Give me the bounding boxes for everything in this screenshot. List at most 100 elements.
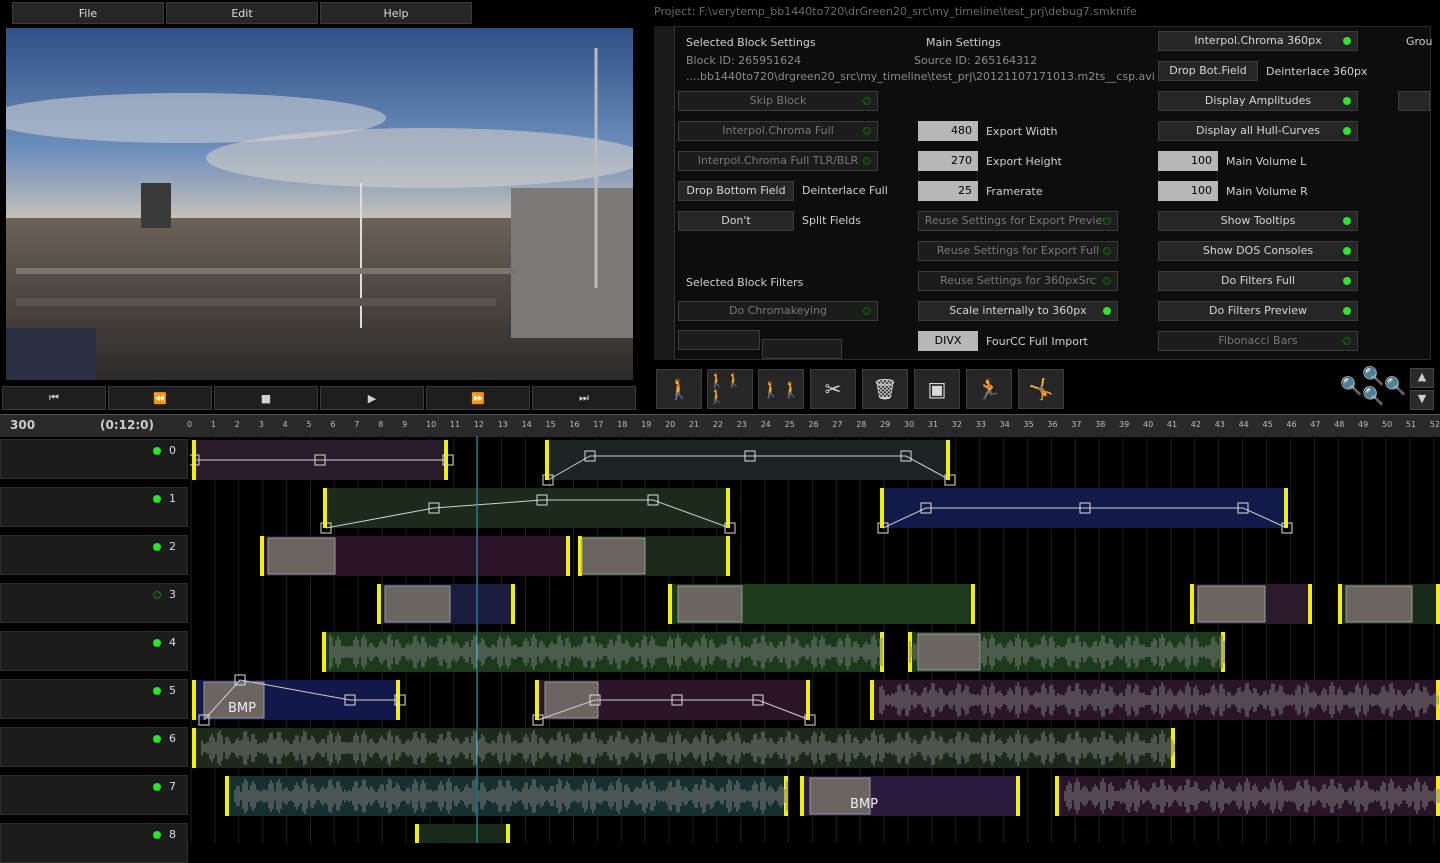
track-header[interactable]: 2 <box>0 535 188 575</box>
track-header[interactable]: 4 <box>0 631 188 671</box>
track-enable-icon[interactable] <box>153 447 161 455</box>
track-header[interactable]: 0 <box>0 439 188 479</box>
ruler-tick-label: 0 <box>187 420 193 429</box>
ruler-tick-label: 21 <box>688 420 700 429</box>
rewind-button[interactable]: ⏪ <box>108 386 212 410</box>
tool-single-person[interactable]: 🚶 <box>656 369 702 409</box>
clip-start-marker <box>225 776 229 816</box>
chromakeying-button[interactable]: Do Chromakeying <box>678 301 878 321</box>
filters-full-button[interactable]: Do Filters Full <box>1158 271 1358 291</box>
clip-start-marker <box>322 632 326 672</box>
show-tooltips-button[interactable]: Show Tooltips <box>1158 211 1358 231</box>
track-enable-icon[interactable] <box>153 495 161 503</box>
track-enable-icon[interactable] <box>153 591 161 599</box>
ruler-tick-label: 52 <box>1429 420 1440 429</box>
fibonacci-button[interactable]: Fibonacci Bars <box>1158 331 1358 351</box>
timeline-ruler[interactable]: 300 (0:12:0) 0 1 2 3 4 5 6 7 8 9 10 11 12 13 14 15 16 17 1… <box>0 414 1440 437</box>
clip-start-marker <box>377 584 381 624</box>
stop-button[interactable]: ■ <box>214 386 318 410</box>
fast-forward-button[interactable]: ⏩ <box>426 386 530 410</box>
ruler-tick-label: 16 <box>569 420 580 429</box>
drop-bottom-field-button[interactable]: Drop Bottom Field <box>678 181 794 201</box>
play-button[interactable]: ▶ <box>320 386 424 410</box>
lift-person-icon: 🤸 <box>1028 377 1054 401</box>
display-amplitudes-button[interactable]: Display Amplitudes <box>1158 91 1358 111</box>
reuse-preview-button[interactable]: Reuse Settings for Export Preview <box>918 211 1118 231</box>
scale-360-button[interactable]: Scale internally to 360px <box>918 301 1118 321</box>
menu-edit[interactable]: Edit <box>166 2 318 24</box>
go-end-button[interactable]: ⏭ <box>532 386 636 410</box>
tool-cut[interactable]: ✂ <box>810 369 856 409</box>
show-dos-button[interactable]: Show DOS Consoles <box>1158 241 1358 261</box>
filter-slot-2[interactable] <box>762 339 842 359</box>
zoom-out-icon[interactable]: 🔍 <box>1340 376 1362 397</box>
track-enable-icon[interactable] <box>153 735 161 743</box>
display-hull-button[interactable]: Display all Hull-Curves <box>1158 121 1358 141</box>
reuse-360-button[interactable]: Reuse Settings for 360pxSrc <box>918 271 1118 291</box>
filter-slot-1[interactable] <box>678 330 760 350</box>
export-width-label: Export Width <box>986 125 1058 138</box>
track-enable-icon[interactable] <box>153 543 161 551</box>
interpol-chroma-full-button[interactable]: Interpol.Chroma Full <box>678 121 878 141</box>
export-width-input[interactable]: 480 <box>918 121 978 141</box>
clip-end-marker <box>806 680 810 720</box>
zoom-fit-icon[interactable]: 🔍 <box>1362 386 1384 407</box>
zoom-reset-icon[interactable]: 🔍 <box>1384 376 1406 397</box>
ruler-tick-label: 29 <box>880 420 891 429</box>
tool-trash[interactable]: 🗑 <box>862 369 908 409</box>
skip-block-button[interactable]: Skip Block <box>678 91 878 111</box>
volume-l-input[interactable]: 100 <box>1158 151 1218 171</box>
preview-frame <box>6 28 633 380</box>
tool-lift[interactable]: 🤸 <box>1018 369 1064 409</box>
export-height-input[interactable]: 270 <box>918 151 978 171</box>
track-enable-icon[interactable] <box>153 639 161 647</box>
track-header[interactable]: 8 <box>0 823 188 863</box>
scroll-up-button[interactable]: ▲ <box>1410 368 1434 388</box>
fourcc-input[interactable]: DIVX <box>918 331 978 351</box>
track-header[interactable]: 1 <box>0 487 188 527</box>
ruler-tick-label: 31 <box>927 420 939 429</box>
ruler-tick-label: 3 <box>258 420 264 429</box>
drop-bot-field-button[interactable]: Drop Bot.Field <box>1158 61 1258 81</box>
volume-r-input[interactable]: 100 <box>1158 181 1218 201</box>
interpol-tlr-led-icon <box>863 157 871 165</box>
scroll-down-button[interactable]: ▼ <box>1410 390 1434 410</box>
interpol-chroma-tlr-button[interactable]: Interpol.Chroma Full TLR/BLR <box>678 151 878 171</box>
track-header[interactable]: 5 <box>0 679 188 719</box>
tool-run[interactable]: 🏃 <box>966 369 1012 409</box>
go-start-button[interactable]: ⏮ <box>2 386 106 410</box>
clip-end-marker <box>1436 584 1440 624</box>
timeline-canvas[interactable]: BMP BMP <box>190 436 1440 843</box>
track-enable-icon[interactable] <box>153 831 161 839</box>
block-settings-title: Selected Block Settings <box>686 36 816 49</box>
block-filters-title: Selected Block Filters <box>686 276 804 289</box>
ruler-tick-label: 38 <box>1095 420 1106 429</box>
track-enable-icon[interactable] <box>153 687 161 695</box>
framerate-input[interactable]: 25 <box>918 181 978 201</box>
tool-frame[interactable]: ▣ <box>914 369 960 409</box>
menu-file[interactable]: File <box>12 2 164 24</box>
track-header[interactable]: 6 <box>0 727 188 767</box>
tool-pair[interactable]: 🚶🚶 <box>758 369 804 409</box>
interpol-360-button[interactable]: Interpol.Chroma 360px <box>1158 31 1358 51</box>
ruler-tick-label: 7 <box>354 420 360 429</box>
clip-start-marker <box>192 680 196 720</box>
track-header[interactable]: 3 <box>0 583 188 623</box>
deinterlace-360-label: Deinterlace 360px <box>1266 65 1368 78</box>
track-enable-icon[interactable] <box>153 783 161 791</box>
menu-help[interactable]: Help <box>320 2 472 24</box>
dont-button[interactable]: Don't <box>678 211 794 231</box>
ruler-tick-label: 10 <box>426 420 437 429</box>
arrow-down-icon: ▼ <box>1417 392 1427 405</box>
zoom-controls[interactable]: 🔍 🔍 🔍 🔍 <box>1340 366 1406 410</box>
track-header[interactable]: 7 <box>0 775 188 815</box>
zoom-in-icon[interactable]: 🔍 <box>1362 366 1384 387</box>
ruler-tick-label: 40 <box>1143 420 1154 429</box>
reuse-full-button[interactable]: Reuse Settings for Export Full <box>918 241 1118 261</box>
filters-preview-button[interactable]: Do Filters Preview <box>1158 301 1358 321</box>
timeline-clip <box>545 440 950 480</box>
ruler-tick-label: 11 <box>449 420 461 429</box>
group-button[interactable] <box>1398 91 1430 111</box>
tool-group[interactable]: 🚶🚶🚶 <box>707 369 753 409</box>
settings-scrollbar[interactable] <box>654 26 675 360</box>
